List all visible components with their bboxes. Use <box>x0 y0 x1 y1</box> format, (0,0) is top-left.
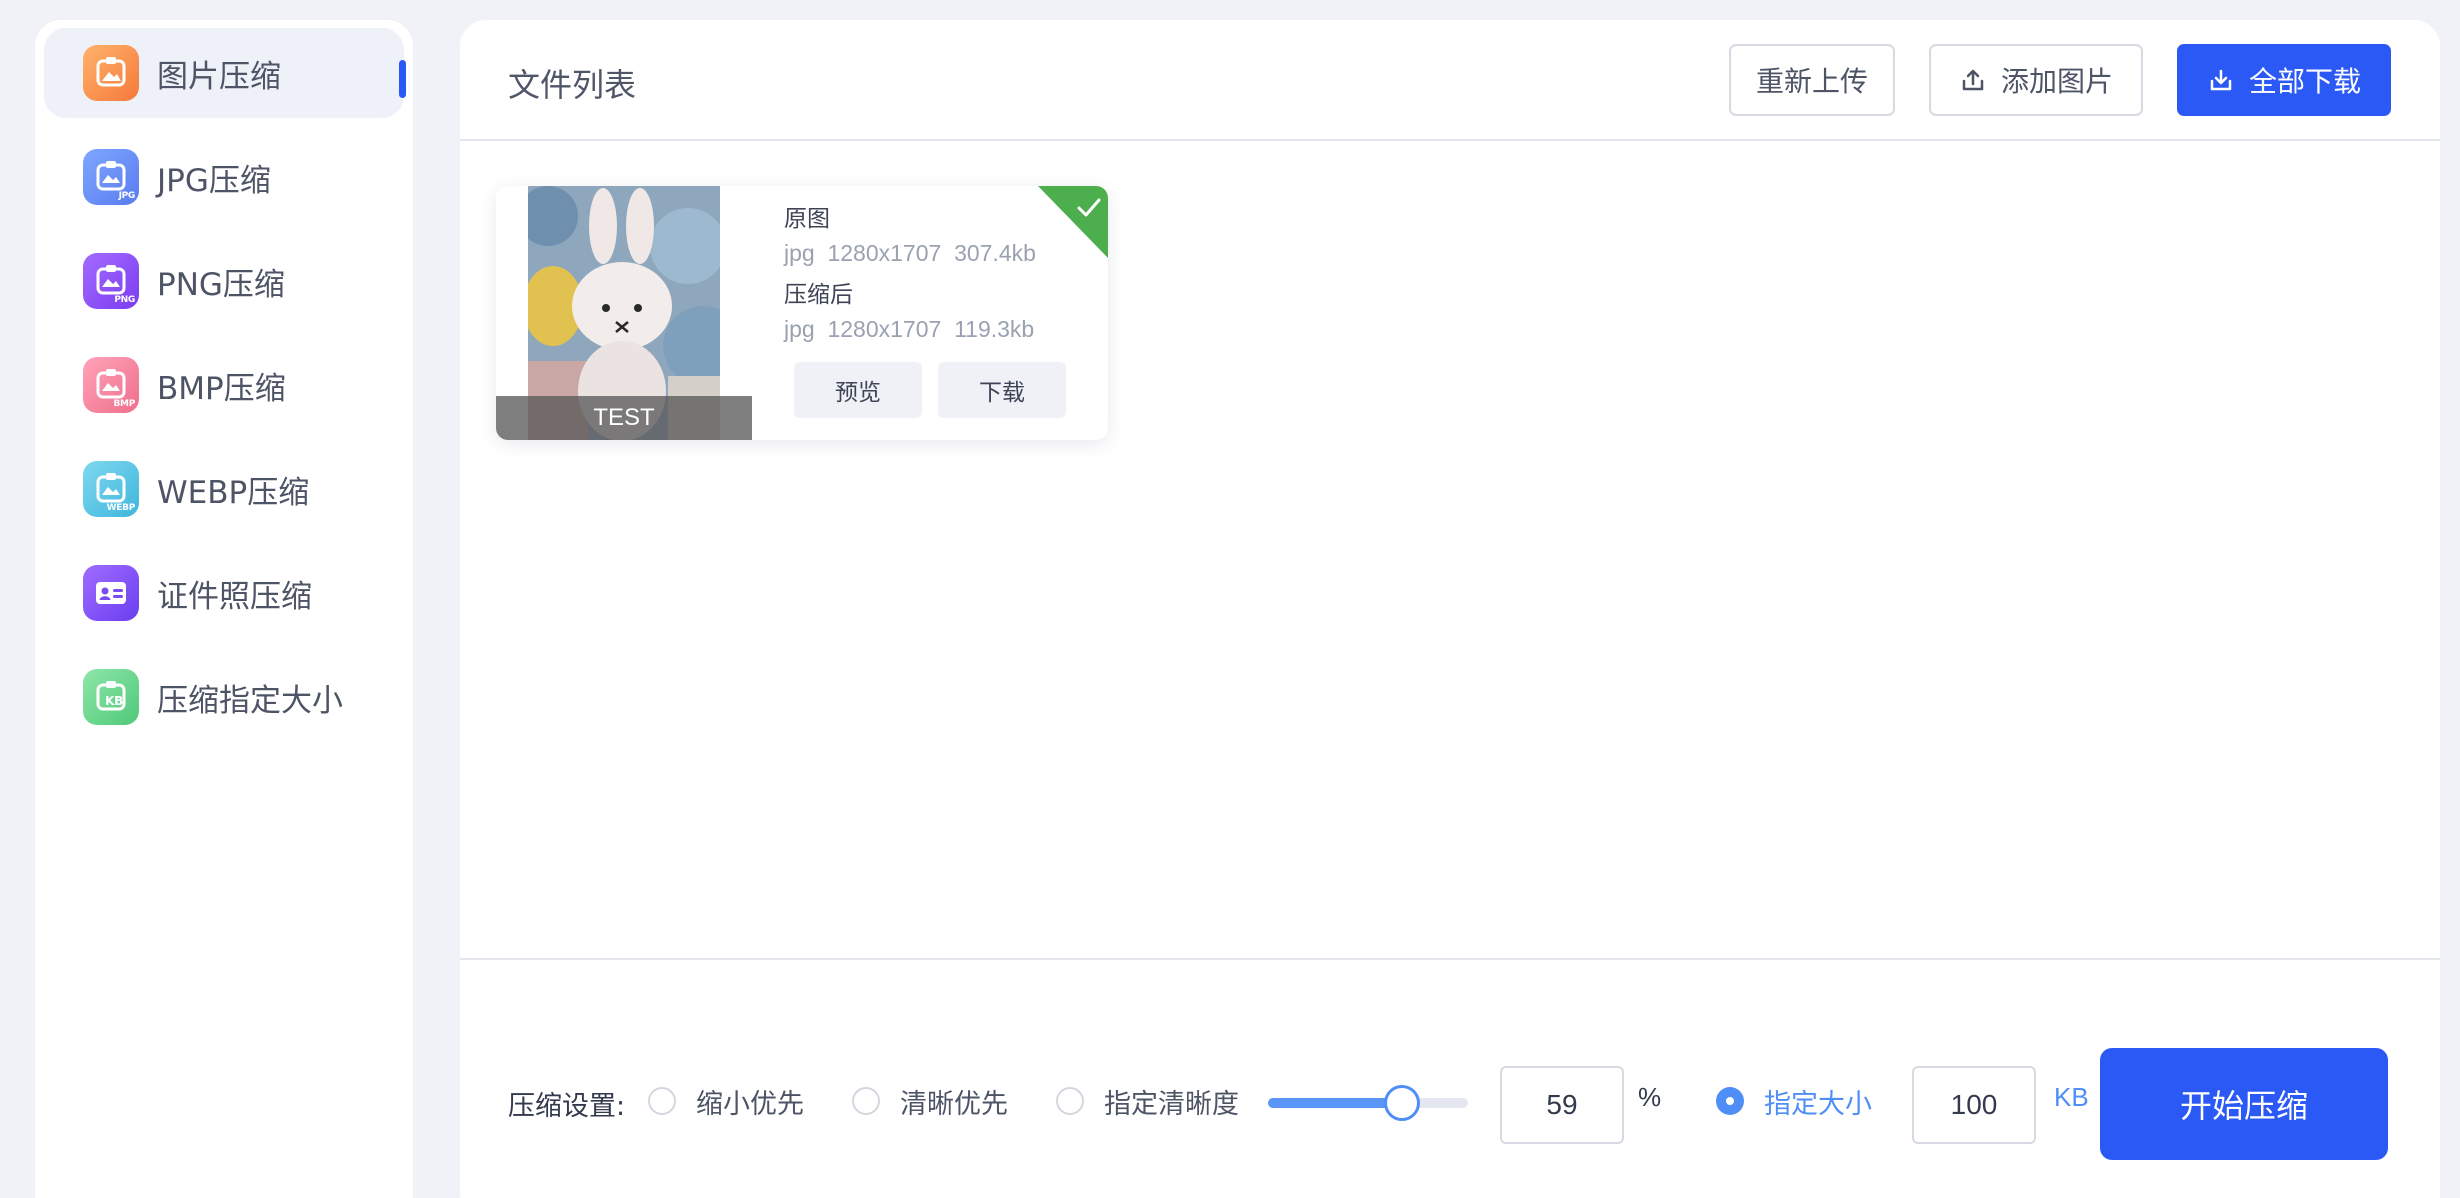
quality-input[interactable] <box>1500 1066 1624 1144</box>
radio-custom-quality-label[interactable]: 指定清晰度 <box>1104 1082 1239 1121</box>
sidebar: 图片压缩 JPG JPG压缩 PNG PNG压缩 BMP BMP压缩 WEBP … <box>35 20 413 1198</box>
sidebar-item-label: JPG压缩 <box>157 162 271 199</box>
download-button-label: 下载 <box>979 380 1025 406</box>
done-check-icon <box>1038 186 1108 258</box>
radio-target-size[interactable] <box>1716 1087 1744 1115</box>
sidebar-item-label: PNG压缩 <box>157 266 285 303</box>
quality-unit: % <box>1638 1082 1662 1112</box>
jpg-badge: JPG <box>118 191 136 201</box>
quality-slider[interactable] <box>1268 1085 1468 1121</box>
webp-icon: WEBP <box>83 461 139 517</box>
active-indicator <box>399 60 406 98</box>
file-info: 原图 jpg 1280x1707 307.4kb 压缩后 jpg 1280x17… <box>784 202 1036 346</box>
radio-size-priority[interactable] <box>648 1087 676 1115</box>
thumbnail-caption: TEST <box>496 396 752 440</box>
sidebar-item-label: 证件照压缩 <box>157 578 312 615</box>
sidebar-item-label: 图片压缩 <box>157 58 281 95</box>
compress-settings: 压缩设置: 缩小优先 清晰优先 指定清晰度 % 指定大小 KB 开始压缩 <box>460 958 2440 1198</box>
reupload-button-label: 重新上传 <box>1755 65 1868 98</box>
page-title: 文件列表 <box>508 66 637 104</box>
radio-clarity-priority-label[interactable]: 清晰优先 <box>900 1082 1008 1121</box>
sidebar-item-id-photo-compress[interactable]: 证件照压缩 <box>44 548 404 638</box>
file-list-header: 文件列表 重新上传 添加图片 全部下载 <box>460 20 2440 141</box>
target-size-input[interactable] <box>1912 1066 2036 1144</box>
jpg-icon: JPG <box>83 149 139 205</box>
settings-label: 压缩设置: <box>508 1091 626 1122</box>
preview-button-label: 预览 <box>835 380 881 406</box>
png-badge: PNG <box>114 295 135 305</box>
quality-slider-fill <box>1268 1098 1390 1108</box>
bmp-badge: BMP <box>113 399 135 409</box>
sidebar-item-bmp-compress[interactable]: BMP BMP压缩 <box>44 340 404 430</box>
sidebar-item-label: 压缩指定大小 <box>157 682 343 719</box>
sidebar-item-size-compress[interactable]: KB 压缩指定大小 <box>44 652 404 742</box>
start-compress-button-label: 开始压缩 <box>2179 1087 2308 1125</box>
sidebar-item-image-compress[interactable]: 图片压缩 <box>44 28 406 118</box>
sidebar-item-label: BMP压缩 <box>157 370 286 407</box>
sidebar-item-png-compress[interactable]: PNG PNG压缩 <box>44 236 404 326</box>
download-icon <box>2210 69 2232 91</box>
compressed-label: 压缩后 <box>784 282 853 308</box>
reupload-button[interactable]: 重新上传 <box>1729 44 1895 116</box>
png-icon: PNG <box>83 253 139 309</box>
radio-target-size-label[interactable]: 指定大小 <box>1764 1082 1872 1121</box>
sidebar-item-label: WEBP压缩 <box>157 474 310 511</box>
target-size-unit: KB <box>2054 1082 2089 1112</box>
add-image-button[interactable]: 添加图片 <box>1929 44 2143 116</box>
original-meta: jpg 1280x1707 307.4kb <box>784 240 1036 266</box>
radio-size-priority-label[interactable]: 缩小优先 <box>696 1082 804 1121</box>
upload-icon <box>1962 69 1984 91</box>
radio-clarity-priority[interactable] <box>852 1087 880 1115</box>
radio-custom-quality[interactable] <box>1056 1087 1084 1115</box>
add-image-button-label: 添加图片 <box>2000 65 2113 98</box>
bmp-icon: BMP <box>83 357 139 413</box>
download-button[interactable]: 下载 <box>938 362 1066 418</box>
main-panel: 文件列表 重新上传 添加图片 全部下载 TEST 原图 jpg 1280x170… <box>460 20 2440 1198</box>
download-all-button-label: 全部下载 <box>2248 65 2361 98</box>
id-card-icon <box>83 565 139 621</box>
webp-badge: WEBP <box>106 503 136 513</box>
kb-icon: KB <box>83 669 139 725</box>
kb-badge: KB <box>105 694 123 708</box>
start-compress-button[interactable]: 开始压缩 <box>2100 1048 2388 1160</box>
sidebar-item-webp-compress[interactable]: WEBP WEBP压缩 <box>44 444 404 534</box>
sidebar-item-jpg-compress[interactable]: JPG JPG压缩 <box>44 132 404 222</box>
file-card: TEST 原图 jpg 1280x1707 307.4kb 压缩后 jpg 12… <box>496 186 1108 440</box>
download-all-button[interactable]: 全部下载 <box>2177 44 2391 116</box>
original-label: 原图 <box>784 206 830 232</box>
compressed-meta: jpg 1280x1707 119.3kb <box>784 316 1035 342</box>
thumbnail[interactable]: TEST <box>496 186 752 440</box>
quality-slider-handle[interactable] <box>1384 1085 1420 1121</box>
preview-button[interactable]: 预览 <box>794 362 922 418</box>
image-compress-icon <box>83 45 139 101</box>
